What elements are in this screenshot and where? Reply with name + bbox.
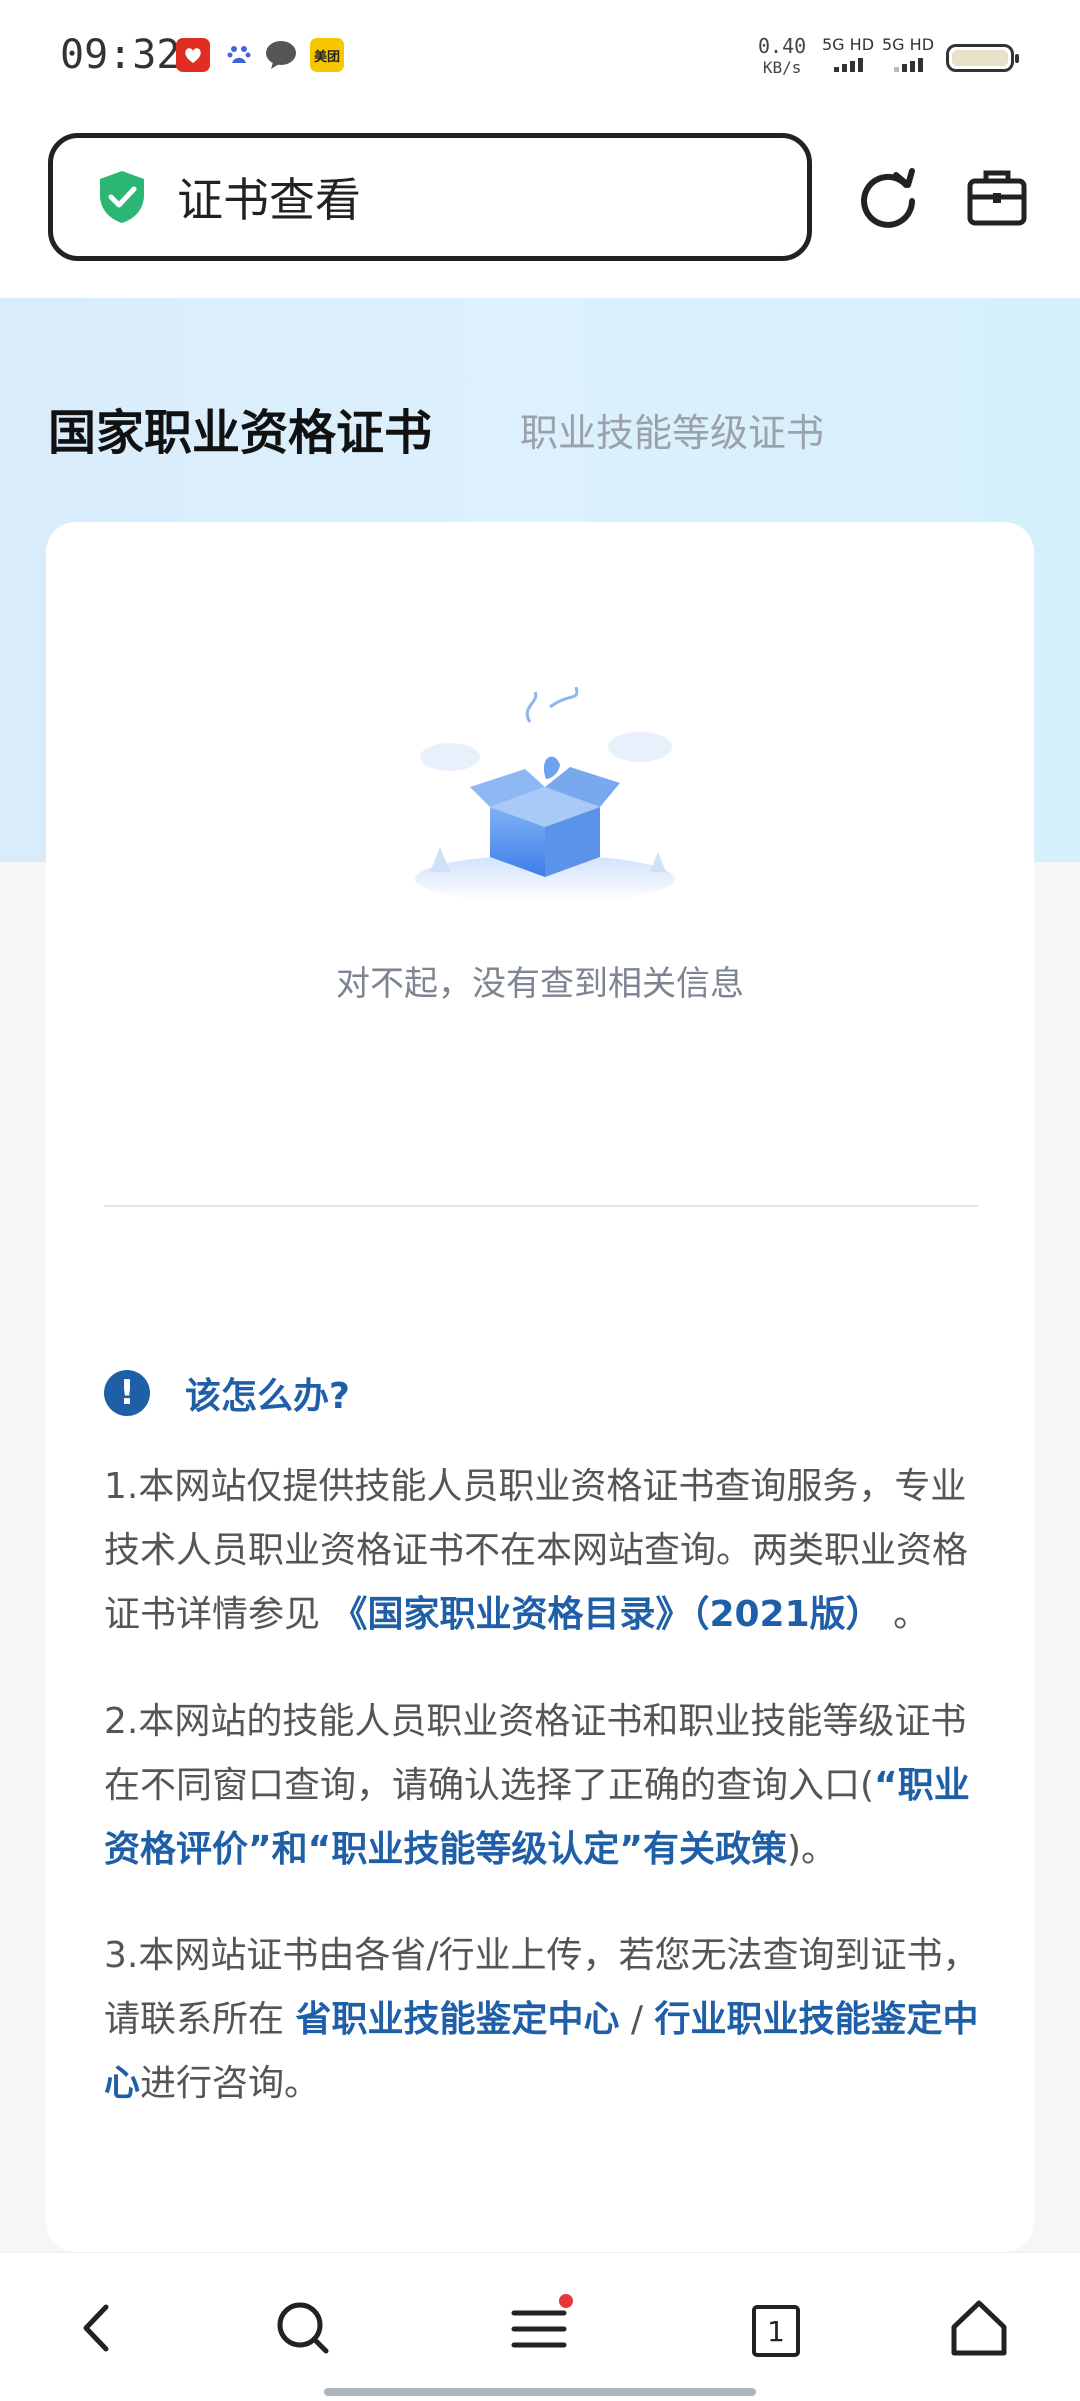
tab-national-vocational-qualification[interactable]: 国家职业资格证书	[48, 393, 432, 463]
sim2-signal: 5G HD	[882, 36, 934, 72]
meituan-label: 美团	[313, 49, 340, 65]
help-item-2-end: )。	[786, 1829, 838, 1870]
sim1-signal: 5G HD	[822, 36, 874, 72]
reload-icon[interactable]	[856, 165, 920, 229]
home-icon[interactable]	[944, 2293, 1014, 2363]
pinduoduo-icon	[176, 38, 210, 72]
help-title: 该怎么办?	[185, 1376, 350, 1417]
help-item-2-text: 2.本网站的技能人员职业资格证书和职业技能等级证书在不同窗口查询，请确认选择了正…	[104, 1701, 967, 1806]
address-bar[interactable]: 证书查看	[48, 133, 812, 261]
signal-bars-icon	[822, 56, 874, 72]
help-item-1-end: 。	[881, 1594, 930, 1635]
page-title: 证书查看	[177, 173, 361, 227]
notification-dot	[559, 2294, 573, 2308]
browser-toolbar: 证书查看	[0, 115, 1080, 298]
gesture-handle[interactable]	[324, 2388, 756, 2396]
network-speed-value: 0.40	[758, 34, 807, 58]
link-separator: /	[619, 1999, 655, 2040]
back-icon[interactable]	[64, 2293, 134, 2363]
toolbox-icon[interactable]	[966, 167, 1028, 227]
menu-icon[interactable]	[504, 2293, 574, 2363]
result-card: 对不起，没有查到相关信息 ! 该怎么办? 1.本网站仅提供技能人员职业资格证书查…	[46, 522, 1034, 2252]
network-speed: 0.40 KB/s	[758, 36, 806, 78]
empty-result-message: 对不起，没有查到相关信息	[336, 964, 744, 1004]
tab-vocational-skill-level[interactable]: 职业技能等级证书	[520, 402, 824, 457]
alert-icon: !	[104, 1370, 150, 1416]
help-item-2: 2.本网站的技能人员职业资格证书和职业技能等级证书在不同窗口查询，请确认选择了正…	[104, 1690, 984, 1882]
baidu-icon	[222, 38, 256, 72]
shield-check-icon	[100, 171, 144, 223]
search-icon[interactable]	[268, 2293, 338, 2363]
message-icon	[264, 38, 298, 72]
help-item-3-end: 进行咨询。	[140, 2063, 321, 2104]
tab-count: 1	[752, 2305, 800, 2357]
provincial-center-link[interactable]: 省职业技能鉴定中心	[295, 1999, 619, 2040]
divider	[104, 1205, 978, 1207]
status-bar: 09:32 美团 0.40 KB/s 5G HD 5G HD	[0, 0, 1080, 115]
status-time: 09:32	[60, 32, 181, 78]
help-item-1: 1.本网站仅提供技能人员职业资格证书查询服务，专业技术人员职业资格证书不在本网站…	[104, 1455, 984, 1647]
tabs-button[interactable]: 1	[740, 2293, 810, 2363]
network-speed-unit: KB/s	[762, 58, 802, 77]
sim1-label: 5G HD	[822, 35, 875, 54]
sim2-label: 5G HD	[882, 35, 935, 54]
empty-box-illustration	[415, 687, 675, 903]
bottom-navigation: 1	[0, 2252, 1080, 2401]
meituan-icon: 美团	[310, 38, 344, 72]
qualification-catalog-link[interactable]: 《国家职业资格目录》（2021版）	[331, 1594, 881, 1635]
battery-icon	[946, 44, 1019, 72]
help-heading: ! 该怎么办?	[104, 1367, 350, 1419]
signal-bars-icon	[882, 56, 934, 72]
help-item-3: 3.本网站证书由各省/行业上传，若您无法查询到证书，请联系所在 省职业技能鉴定中…	[104, 1924, 984, 2116]
